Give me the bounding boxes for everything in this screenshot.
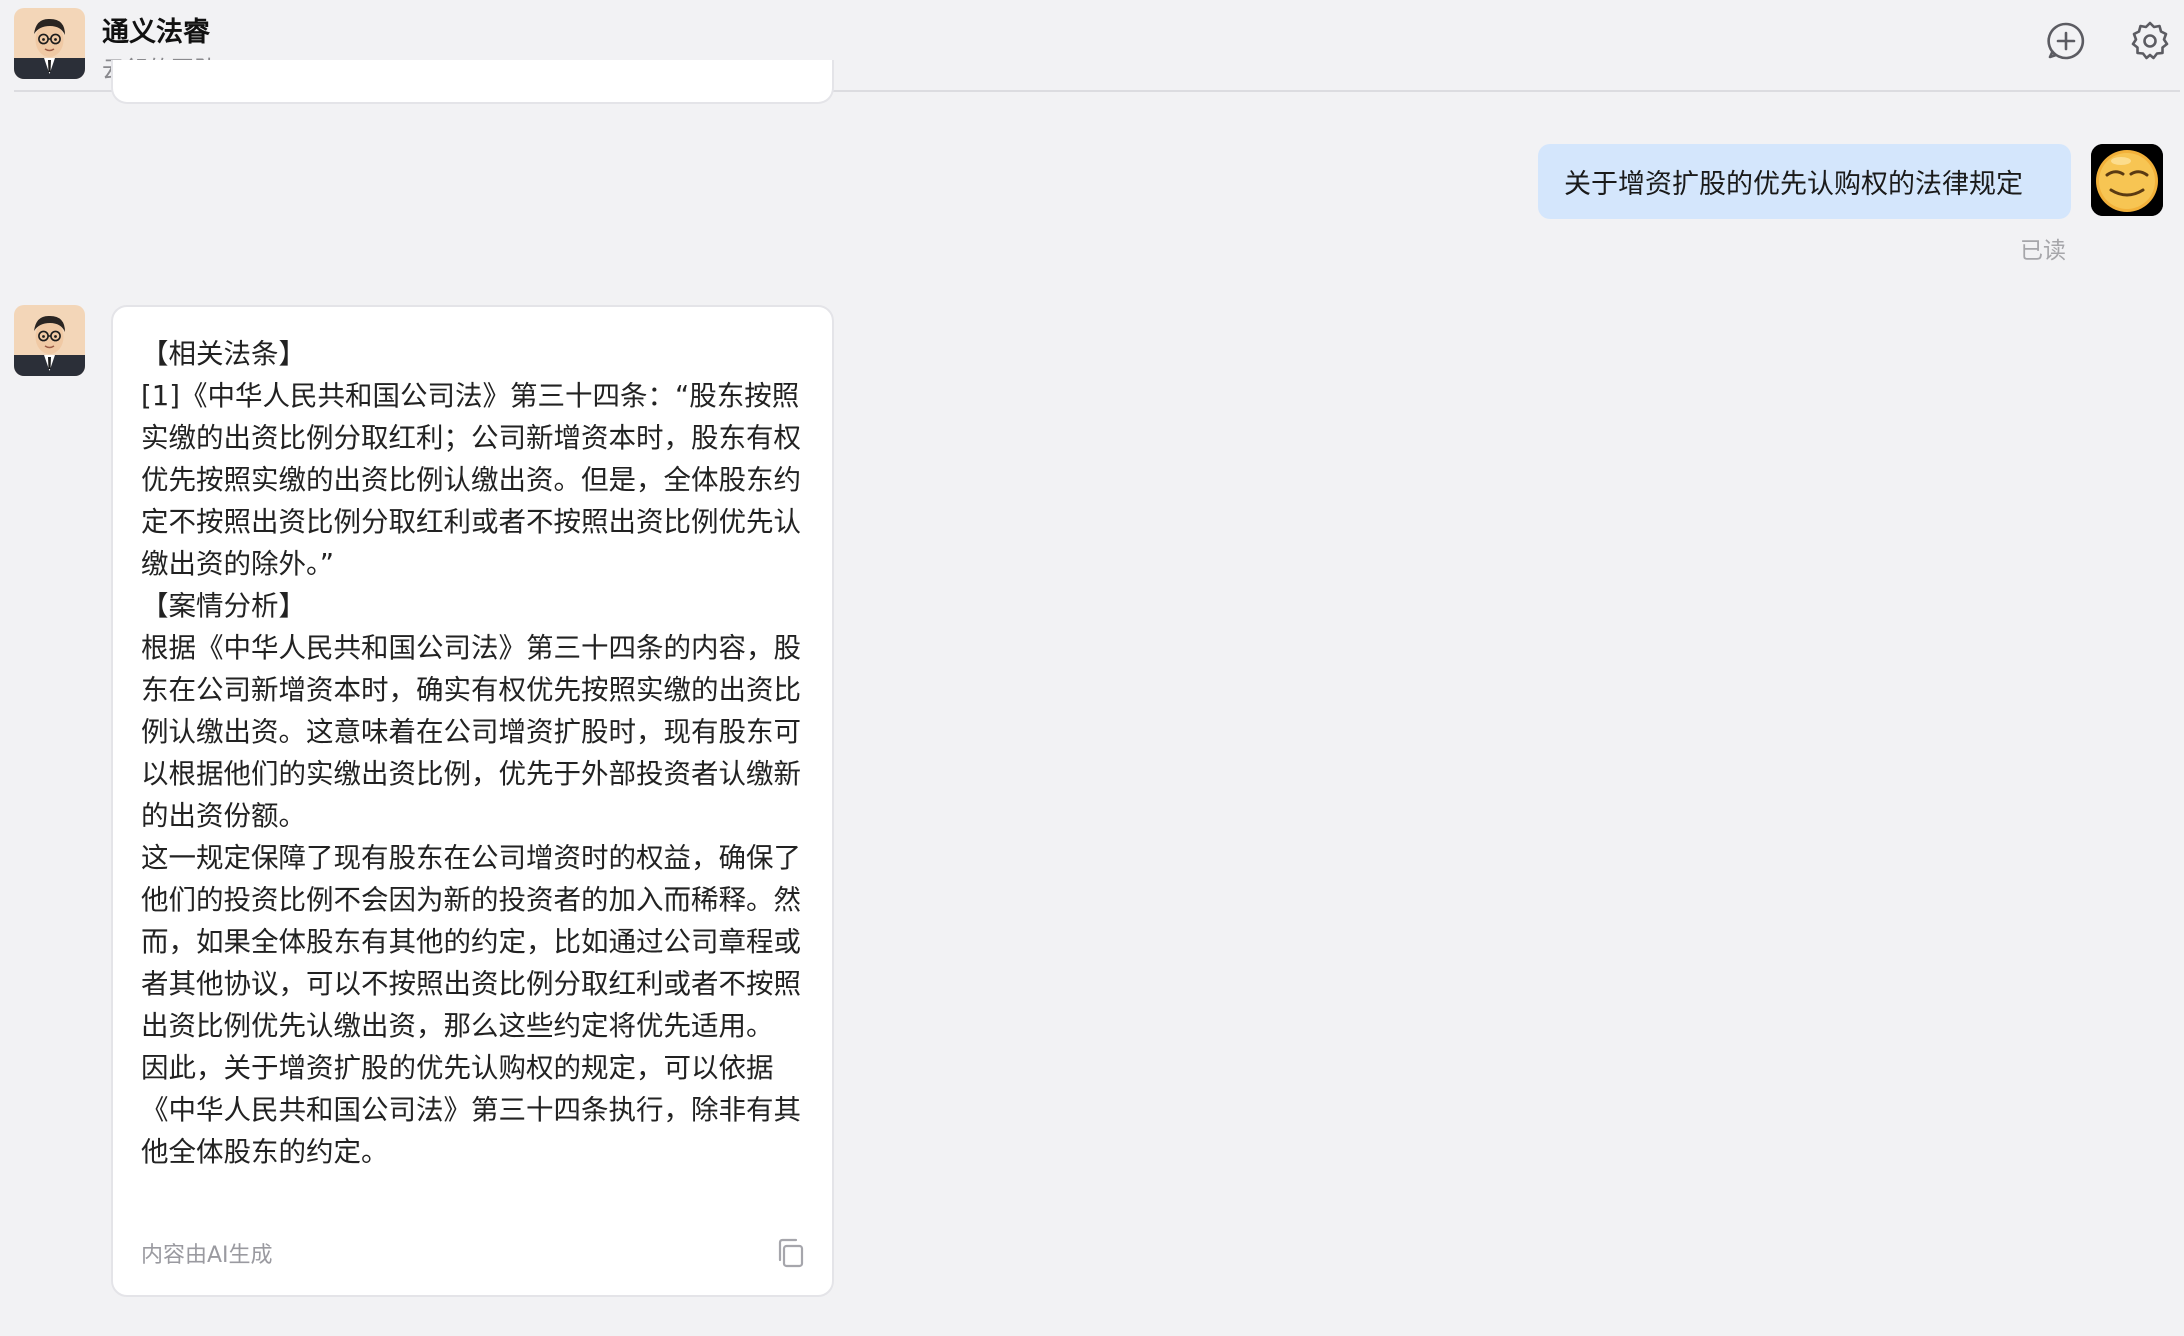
analysis-paragraph: 根据《中华人民共和国公司法》第三十四条的内容，股东在公司新增资本时，确实有权优先… xyxy=(141,632,801,832)
read-status: 已读 xyxy=(2020,238,2066,264)
assistant-avatar[interactable] xyxy=(14,305,85,376)
chat-window: 通义法睿 云舒的团队 关于增资扩股的优先认购权的法律规定 xyxy=(0,0,2184,1336)
assistant-message-bubble[interactable]: 【相关法条】 [1]《中华人民共和国公司法》第三十四条：“股东按照实缴的出资比例… xyxy=(111,305,834,1297)
assistant-name: 通义法睿 xyxy=(102,17,210,48)
user-avatar[interactable] xyxy=(2091,144,2163,216)
user-message-text: 关于增资扩股的优先认购权的法律规定 xyxy=(1564,169,2023,200)
previous-message-bubble xyxy=(111,60,834,104)
conclusion-paragraph: 因此，关于增资扩股的优先认购权的规定，可以依据《中华人民共和国公司法》第三十四条… xyxy=(141,1052,801,1168)
assistant-message-content: 【相关法条】 [1]《中华人民共和国公司法》第三十四条：“股东按照实缴的出资比例… xyxy=(141,333,811,1173)
section-heading-statutes: 【相关法条】 xyxy=(141,338,306,370)
section-heading-analysis: 【案情分析】 xyxy=(141,590,306,622)
assistant-avatar[interactable] xyxy=(14,8,85,79)
plus-circle-icon xyxy=(2047,22,2085,60)
copy-icon xyxy=(778,1238,804,1268)
analysis-paragraph: 这一规定保障了现有股东在公司增资时的权益，确保了他们的投资比例不会因为新的投资者… xyxy=(141,842,801,1042)
settings-button[interactable] xyxy=(2129,20,2171,62)
copy-button[interactable] xyxy=(773,1235,809,1271)
user-message-bubble[interactable]: 关于增资扩股的优先认购权的法律规定 xyxy=(1538,144,2071,219)
gear-icon xyxy=(2131,21,2169,60)
ai-generated-label: 内容由AI生成 xyxy=(141,1243,273,1268)
new-chat-button[interactable] xyxy=(2045,20,2087,62)
statute-text: [1]《中华人民共和国公司法》第三十四条：“股东按照实缴的出资比例分取红利；公司… xyxy=(141,380,801,580)
